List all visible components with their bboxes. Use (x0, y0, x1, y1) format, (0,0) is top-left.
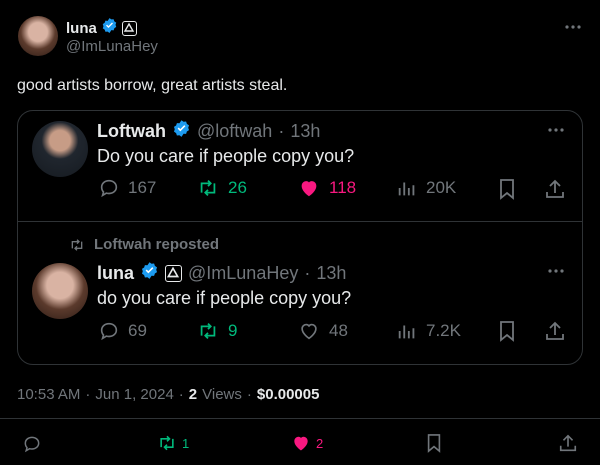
author-handle[interactable]: @ImLunaHey (66, 38, 158, 55)
views-count-total: 2 (188, 386, 198, 403)
repost-icon (200, 323, 216, 339)
reply-count: 69 (128, 321, 147, 340)
quoted-author-name[interactable]: Loftwah (97, 121, 166, 142)
views-label: Views (202, 386, 242, 403)
reply-button[interactable]: 69 (98, 320, 147, 342)
reply-button[interactable]: 167 (98, 177, 156, 199)
heart-filled-icon (301, 181, 317, 197)
reposted-author-avatar[interactable] (32, 263, 88, 319)
repost-icon (160, 435, 174, 451)
repost-label[interactable]: Loftwah reposted (94, 236, 219, 253)
repost-icon (200, 180, 216, 196)
views-icon (398, 182, 415, 196)
repost-button[interactable]: 26 (196, 177, 247, 199)
tweet-text: good artists borrow, great artists steal… (17, 77, 288, 94)
reply-count: 167 (128, 178, 157, 197)
repost-count: 9 (228, 321, 238, 340)
share-button[interactable] (544, 178, 566, 200)
post-time[interactable]: 10:53 AM (17, 386, 80, 403)
views-icon (398, 325, 415, 339)
post-date[interactable]: Jun 1, 2024 (95, 386, 173, 403)
views-count: 20K (426, 178, 457, 197)
share-icon (546, 321, 564, 340)
reply-button[interactable] (22, 434, 42, 454)
like-button[interactable]: 2 (290, 433, 323, 453)
quoted-author-avatar[interactable] (32, 121, 88, 177)
card-divider (18, 221, 582, 222)
like-count: 2 (316, 435, 324, 451)
repost-icon (71, 238, 83, 251)
repost-button[interactable]: 1 (156, 433, 189, 453)
heart-filled-icon (294, 436, 308, 451)
divider (0, 418, 600, 419)
bookmark-icon (427, 434, 441, 453)
bookmark-button[interactable] (497, 320, 517, 342)
views-button[interactable]: 20K (396, 177, 456, 199)
repost-count: 1 (182, 435, 190, 451)
reply-icon (100, 322, 118, 341)
reposted-tweet-text: do you care if people copy you? (97, 288, 352, 308)
like-count: 48 (329, 321, 348, 340)
repost-count: 26 (228, 178, 247, 197)
bookmark-button[interactable] (425, 433, 443, 453)
author-name[interactable]: luna (66, 20, 97, 37)
more-options-icon[interactable] (564, 24, 582, 30)
reply-icon (100, 179, 118, 198)
earnings-value: $0.00005 (256, 386, 320, 403)
reposted-author-name[interactable]: luna (97, 263, 134, 284)
quoted-tweet-text: Do you care if people copy you? (97, 146, 355, 166)
share-button[interactable] (544, 320, 566, 342)
verified-badge-icon (140, 261, 159, 285)
repost-button[interactable]: 9 (196, 320, 237, 342)
bookmark-icon (500, 179, 514, 200)
share-icon (559, 434, 577, 452)
views-button[interactable]: 7.2K (396, 320, 461, 342)
like-count: 118 (329, 178, 357, 197)
quoted-tweet-time[interactable]: 13h (290, 121, 320, 142)
affiliate-badge-icon (165, 264, 183, 282)
reposted-tweet-time[interactable]: 13h (316, 263, 346, 284)
reposted-more-icon[interactable] (547, 268, 565, 274)
verified-badge-icon (172, 119, 191, 143)
quoted-more-icon[interactable] (547, 127, 565, 133)
reposted-author-handle[interactable]: @ImLunaHey (188, 263, 298, 284)
share-button[interactable] (558, 433, 578, 453)
like-button[interactable]: 118 (297, 177, 356, 199)
author-avatar[interactable] (18, 16, 58, 56)
affiliate-badge-icon (121, 20, 137, 36)
like-button[interactable]: 48 (297, 320, 348, 342)
views-count: 7.2K (426, 321, 461, 340)
heart-outline-icon (301, 323, 317, 340)
quoted-author-handle[interactable]: @loftwah (197, 121, 272, 142)
bookmark-button[interactable] (497, 178, 517, 200)
reply-icon (24, 436, 40, 453)
bookmark-icon (500, 321, 514, 342)
verified-badge-icon (101, 17, 118, 39)
share-icon (546, 179, 564, 198)
